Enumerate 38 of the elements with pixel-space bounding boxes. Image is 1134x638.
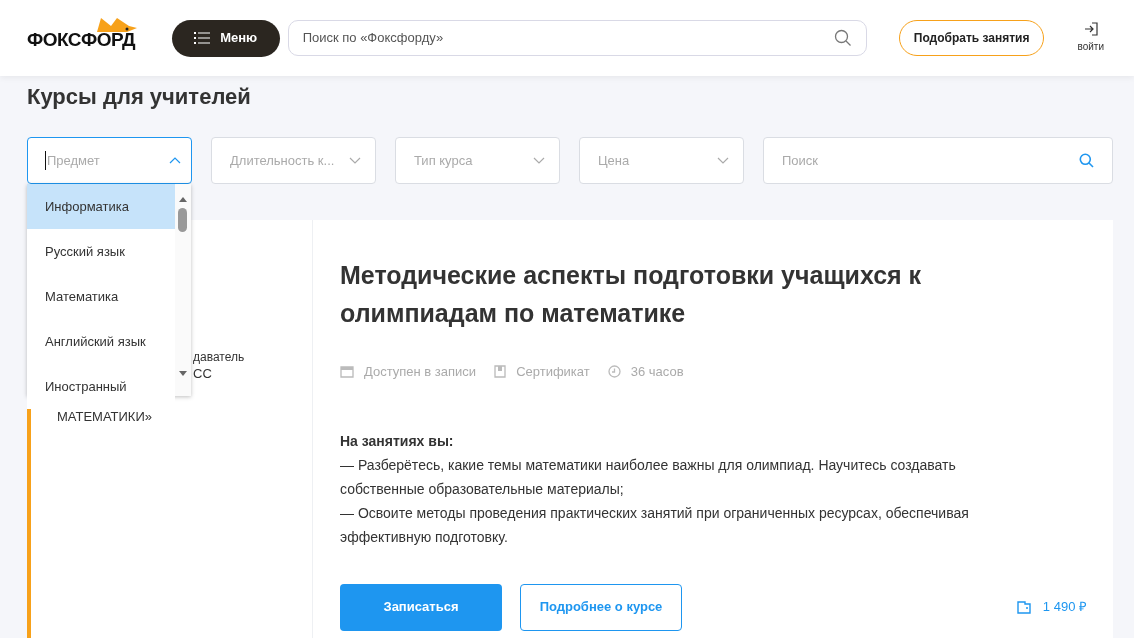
calendar-icon [340,365,354,379]
search-input[interactable]: Поиск [782,150,1079,171]
login-link[interactable]: войти [1077,39,1104,54]
description-point: — Разберётесь, какие темы математики наиболее важны для олимпиад. Научитесь создавать собственные образовательные материалы; [340,455,957,499]
logo[interactable]: ФОКСФОРД [27,25,136,54]
scroll-thumb[interactable] [178,208,187,232]
certificate-icon [494,365,507,379]
fox-ears-icon [97,18,137,34]
scrollbar[interactable] [175,184,191,396]
chevron-down-icon [349,157,361,164]
scroll-up-icon[interactable] [179,197,187,202]
feature-label: 36 часов [630,363,684,381]
description-point: — Освоите методы проведения практических занятий при ограниченных ресурсах, обеспечивая эффективную подготовку. [340,503,970,547]
search-field[interactable]: Поиск по «Фоксфорду» [287,20,867,56]
pick-classes-button[interactable]: Подобрать занятия [898,20,1045,56]
description-heading: На занятиях вы: [340,431,455,451]
login-icon[interactable] [1083,22,1098,36]
search-icon[interactable] [833,29,852,47]
teacher-text: МАТЕМАТИКИ» [57,409,152,425]
scroll-down-icon[interactable] [179,371,187,376]
search-field[interactable]: Поиск [763,137,1113,184]
search-input[interactable]: Поиск по «Фоксфорду» [302,28,834,48]
chevron-down-icon [717,157,729,164]
page-title: Курсы для учителей [27,83,251,111]
chevron-up-icon [169,157,181,164]
clock-icon [607,365,621,379]
chevron-down-icon [533,157,545,164]
feature-label: Доступен в записи [364,363,477,381]
search-icon[interactable] [1079,153,1094,168]
course-title[interactable]: Методические аспекты подготовки учащихся к олимпиадам по математике [340,256,980,332]
feature-label: Сертификат [516,363,590,381]
teacher-text: СС [193,365,213,383]
teacher-text: даватель [193,349,245,365]
dropdown-option[interactable]: Иностранный [27,364,175,409]
price: 1 490 ₽ [1042,598,1087,617]
menu-button[interactable]: Меню [171,19,280,57]
menu-icon [194,32,211,44]
dropdown-option[interactable]: Информатика [27,184,175,229]
